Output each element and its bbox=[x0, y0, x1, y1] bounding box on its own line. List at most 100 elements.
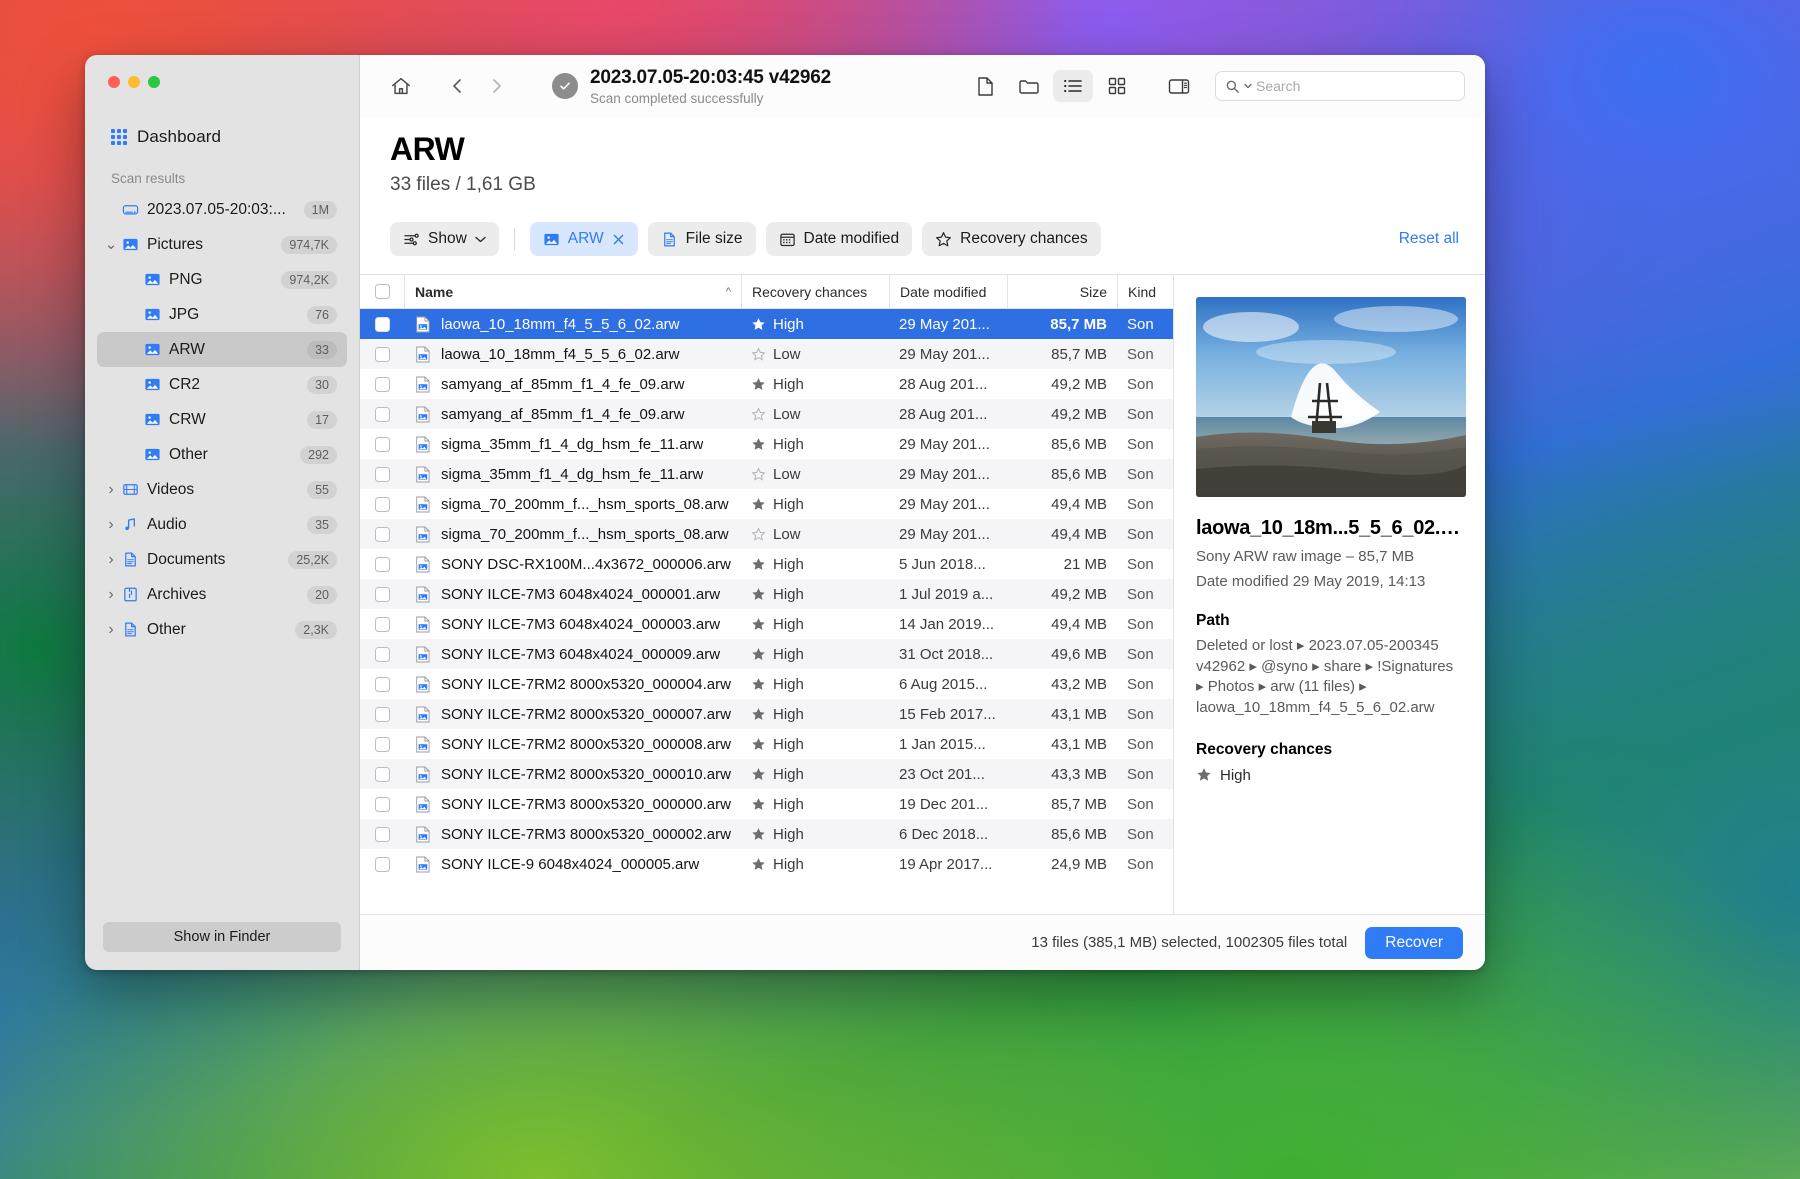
table-row[interactable]: SONY ILCE-9 6048x4024_000005.arwHigh19 A… bbox=[360, 849, 1173, 879]
search-input[interactable]: Search bbox=[1215, 71, 1465, 101]
chevron-right-icon[interactable]: › bbox=[103, 482, 119, 498]
file-view-button[interactable] bbox=[965, 70, 1005, 102]
column-header-date[interactable]: Date modified bbox=[889, 275, 1007, 308]
row-checkbox[interactable] bbox=[375, 677, 390, 692]
sidebar-item-other[interactable]: Other292 bbox=[97, 437, 347, 472]
select-all-checkbox[interactable] bbox=[375, 284, 390, 299]
sidebar-item-dashboard[interactable]: Dashboard bbox=[103, 121, 347, 153]
row-checkbox-cell[interactable] bbox=[360, 699, 404, 729]
sidebar-item-png[interactable]: PNG974,2K bbox=[97, 262, 347, 297]
row-checkbox-cell[interactable] bbox=[360, 399, 404, 429]
sidebar-item-jpg[interactable]: JPG76 bbox=[97, 297, 347, 332]
table-row[interactable]: SONY DSC-RX100M...4x3672_000006.arwHigh5… bbox=[360, 549, 1173, 579]
row-checkbox-cell[interactable] bbox=[360, 819, 404, 849]
filter-chip-recovery-chances[interactable]: Recovery chances bbox=[922, 222, 1101, 256]
home-icon[interactable] bbox=[384, 71, 418, 101]
split-view-button[interactable] bbox=[1159, 70, 1199, 102]
table-row[interactable]: SONY ILCE-7RM2 8000x5320_000007.arwHigh1… bbox=[360, 699, 1173, 729]
row-checkbox-cell[interactable] bbox=[360, 669, 404, 699]
table-row[interactable]: sigma_35mm_f1_4_dg_hsm_fe_11.arwHigh29 M… bbox=[360, 429, 1173, 459]
sidebar-item-2023-07-05-20-03[interactable]: 2023.07.05-20:03:...1M bbox=[97, 192, 347, 227]
row-checkbox[interactable] bbox=[375, 587, 390, 602]
table-row[interactable]: SONY ILCE-7M3 6048x4024_000001.arwHigh1 … bbox=[360, 579, 1173, 609]
sidebar-item-archives[interactable]: ›Archives20 bbox=[97, 577, 347, 612]
row-checkbox[interactable] bbox=[375, 407, 390, 422]
chevron-left-icon[interactable] bbox=[440, 71, 474, 101]
filter-chip-date-modified[interactable]: Date modified bbox=[766, 222, 913, 256]
chevron-right-icon[interactable]: › bbox=[103, 517, 119, 533]
close-button[interactable] bbox=[108, 76, 120, 88]
folder-view-button[interactable] bbox=[1009, 70, 1049, 102]
row-checkbox[interactable] bbox=[375, 557, 390, 572]
sidebar-item-arw[interactable]: ARW33 bbox=[97, 332, 347, 367]
row-checkbox-cell[interactable] bbox=[360, 789, 404, 819]
row-checkbox-cell[interactable] bbox=[360, 639, 404, 669]
chevron-right-icon[interactable]: › bbox=[103, 622, 119, 638]
sidebar-item-crw[interactable]: CRW17 bbox=[97, 402, 347, 437]
chevron-right-icon[interactable]: › bbox=[103, 587, 119, 603]
row-checkbox[interactable] bbox=[375, 497, 390, 512]
zoom-button[interactable] bbox=[148, 76, 160, 88]
column-header-kind[interactable]: Kind bbox=[1117, 275, 1173, 308]
row-checkbox-cell[interactable] bbox=[360, 339, 404, 369]
row-checkbox-cell[interactable] bbox=[360, 489, 404, 519]
row-checkbox-cell[interactable] bbox=[360, 519, 404, 549]
table-row[interactable]: laowa_10_18mm_f4_5_5_6_02.arwLow29 May 2… bbox=[360, 339, 1173, 369]
sidebar-item-pictures[interactable]: ⌄Pictures974,7K bbox=[97, 227, 347, 262]
row-checkbox[interactable] bbox=[375, 797, 390, 812]
sidebar-item-videos[interactable]: ›Videos55 bbox=[97, 472, 347, 507]
sidebar-item-other[interactable]: ›Other2,3K bbox=[97, 612, 347, 647]
row-checkbox[interactable] bbox=[375, 317, 390, 332]
table-row[interactable]: SONY ILCE-7M3 6048x4024_000009.arwHigh31… bbox=[360, 639, 1173, 669]
row-checkbox[interactable] bbox=[375, 437, 390, 452]
list-view-button[interactable] bbox=[1053, 70, 1093, 102]
row-checkbox-cell[interactable] bbox=[360, 579, 404, 609]
table-row[interactable]: sigma_70_200mm_f..._hsm_sports_08.arwHig… bbox=[360, 489, 1173, 519]
table-row[interactable]: SONY ILCE-7RM2 8000x5320_000008.arwHigh1… bbox=[360, 729, 1173, 759]
row-checkbox-cell[interactable] bbox=[360, 729, 404, 759]
table-row[interactable]: sigma_35mm_f1_4_dg_hsm_fe_11.arwLow29 Ma… bbox=[360, 459, 1173, 489]
row-checkbox-cell[interactable] bbox=[360, 369, 404, 399]
row-checkbox-cell[interactable] bbox=[360, 309, 404, 339]
table-row[interactable]: SONY ILCE-7RM2 8000x5320_000010.arwHigh2… bbox=[360, 759, 1173, 789]
row-checkbox[interactable] bbox=[375, 737, 390, 752]
minimize-button[interactable] bbox=[128, 76, 140, 88]
row-checkbox[interactable] bbox=[375, 347, 390, 362]
sidebar-item-cr2[interactable]: CR230 bbox=[97, 367, 347, 402]
chevron-right-icon[interactable]: › bbox=[103, 552, 119, 568]
row-checkbox-cell[interactable] bbox=[360, 609, 404, 639]
row-checkbox-cell[interactable] bbox=[360, 759, 404, 789]
row-checkbox[interactable] bbox=[375, 617, 390, 632]
row-checkbox[interactable] bbox=[375, 647, 390, 662]
show-filter-button[interactable]: Show bbox=[390, 222, 499, 256]
column-header-size[interactable]: Size bbox=[1007, 275, 1117, 308]
recover-button[interactable]: Recover bbox=[1365, 927, 1463, 959]
row-checkbox[interactable] bbox=[375, 827, 390, 842]
sidebar-item-audio[interactable]: ›Audio35 bbox=[97, 507, 347, 542]
table-row[interactable]: samyang_af_85mm_f1_4_fe_09.arwLow28 Aug … bbox=[360, 399, 1173, 429]
row-checkbox[interactable] bbox=[375, 527, 390, 542]
row-checkbox-cell[interactable] bbox=[360, 459, 404, 489]
row-checkbox-cell[interactable] bbox=[360, 549, 404, 579]
column-header-name[interactable]: Name ^ bbox=[404, 275, 741, 308]
chevron-right-icon[interactable] bbox=[480, 71, 514, 101]
sidebar-item-documents[interactable]: ›Documents25,2K bbox=[97, 542, 347, 577]
table-row[interactable]: sigma_70_200mm_f..._hsm_sports_08.arwLow… bbox=[360, 519, 1173, 549]
close-icon[interactable] bbox=[612, 233, 625, 246]
row-checkbox[interactable] bbox=[375, 467, 390, 482]
row-checkbox-cell[interactable] bbox=[360, 429, 404, 459]
row-checkbox[interactable] bbox=[375, 377, 390, 392]
table-row[interactable]: SONY ILCE-7RM3 8000x5320_000000.arwHigh1… bbox=[360, 789, 1173, 819]
table-row[interactable]: samyang_af_85mm_f1_4_fe_09.arwHigh28 Aug… bbox=[360, 369, 1173, 399]
filter-chip-file-size[interactable]: File size bbox=[648, 222, 756, 256]
show-in-finder-button[interactable]: Show in Finder bbox=[103, 922, 341, 952]
grid-view-button[interactable] bbox=[1097, 70, 1137, 102]
row-checkbox-cell[interactable] bbox=[360, 849, 404, 879]
row-checkbox[interactable] bbox=[375, 767, 390, 782]
row-checkbox[interactable] bbox=[375, 707, 390, 722]
row-checkbox[interactable] bbox=[375, 857, 390, 872]
table-row[interactable]: SONY ILCE-7RM3 8000x5320_000002.arwHigh6… bbox=[360, 819, 1173, 849]
filter-chip-arw[interactable]: ARW bbox=[530, 222, 638, 256]
table-row[interactable]: SONY ILCE-7RM2 8000x5320_000004.arwHigh6… bbox=[360, 669, 1173, 699]
table-row[interactable]: laowa_10_18mm_f4_5_5_6_02.arwHigh29 May … bbox=[360, 309, 1173, 339]
